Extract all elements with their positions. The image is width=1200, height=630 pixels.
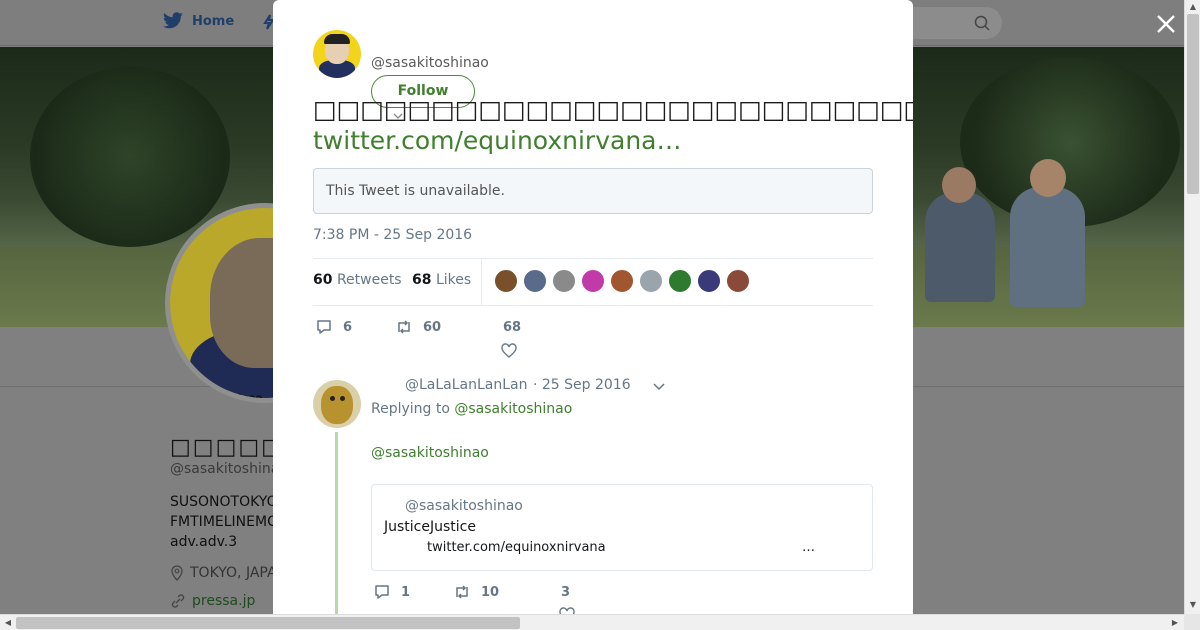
retweets-stat[interactable]: 60 Retweets: [313, 272, 402, 288]
close-button[interactable]: [1154, 12, 1178, 36]
replying-prefix: Replying to: [371, 401, 450, 417]
scroll-right-icon[interactable]: ▶: [1170, 618, 1180, 628]
tweet-modal: @sasakitoshinao Follow □□□□□□□□□□□□□□□□□…: [273, 0, 913, 614]
scroll-left-icon[interactable]: ◀: [3, 618, 13, 628]
liker-avatar[interactable]: [610, 269, 634, 293]
url-text[interactable]: pressa.jp: [192, 593, 255, 609]
profile-display-name: □□□□□: [170, 435, 284, 460]
author-handle[interactable]: @sasakitoshinao: [371, 55, 489, 71]
reply-author-avatar[interactable]: [313, 380, 361, 428]
home-link[interactable]: Home: [162, 12, 234, 30]
reply-retweet-action[interactable]: 10: [453, 583, 499, 601]
tweet-stats: 60 Retweets 68 Likes: [313, 258, 873, 306]
liker-avatar[interactable]: [639, 269, 663, 293]
author-avatar[interactable]: [313, 30, 361, 78]
retweet-icon[interactable]: [395, 318, 413, 336]
like-action[interactable]: [500, 342, 518, 360]
chevron-down-icon[interactable]: [652, 381, 666, 393]
profile-url[interactable]: pressa.jp: [170, 593, 255, 609]
liker-avatar[interactable]: [726, 269, 750, 293]
reply-reply-action[interactable]: 1: [373, 583, 410, 601]
twitter-bird-icon: [163, 12, 183, 29]
liker-avatar[interactable]: [552, 269, 576, 293]
likes-label: Likes: [435, 272, 472, 288]
quoted-tweet-ellipsis: …: [802, 540, 815, 555]
reply-author-handle[interactable]: @LaLaLanLanLan: [405, 377, 528, 393]
reply-action[interactable]: 6: [315, 318, 352, 336]
reply-reply-count: 1: [401, 584, 411, 600]
retweet-count: 60: [423, 319, 442, 335]
quoted-tweet-handle: @sasakitoshinao: [405, 498, 523, 514]
scroll-up-icon[interactable]: ▲: [1188, 2, 1198, 12]
like-count: 68: [503, 320, 522, 335]
reply-like-count-label: 3: [561, 585, 570, 600]
liker-avatar[interactable]: [494, 269, 518, 293]
close-icon[interactable]: [1154, 12, 1178, 36]
reply-mention[interactable]: @sasakitoshinao: [371, 445, 489, 461]
like-count-label: 68: [503, 320, 521, 335]
retweet-action[interactable]: 60: [395, 318, 441, 336]
heart-icon[interactable]: [500, 342, 518, 360]
replying-to: Replying to @sasakitoshinao: [371, 401, 572, 417]
reply-like-action[interactable]: [558, 606, 576, 614]
quoted-tweet-unavailable: This Tweet is unavailable.: [313, 168, 873, 214]
retweet-icon[interactable]: [453, 583, 471, 601]
profile-location: TOKYO, JAPAN: [170, 565, 287, 581]
reply-icon[interactable]: [373, 583, 391, 601]
vertical-scroll-thumb[interactable]: [1187, 14, 1199, 194]
heart-icon[interactable]: [558, 606, 576, 614]
link-icon: [171, 594, 185, 608]
search-icon[interactable]: [974, 15, 990, 31]
quoted-tweet-text: JusticeJustice: [384, 519, 476, 535]
reply-icon[interactable]: [315, 318, 333, 336]
replying-to-handle[interactable]: @sasakitoshinao: [454, 401, 572, 417]
retweets-label: Retweets: [336, 272, 402, 288]
profile-bio: SUSONOTOKYO FMTIMELINEMC adv.adv.3: [170, 494, 278, 550]
liker-avatar[interactable]: [581, 269, 605, 293]
tweet-text: □□□□□□□□□□□□□□□□□□□□□□□□□□□□□□□□□□□□□□□□…: [313, 95, 913, 124]
liker-avatar[interactable]: [697, 269, 721, 293]
vertical-scrollbar[interactable]: ▲ ▼: [1184, 0, 1200, 614]
reply-like-count: 3: [561, 585, 571, 600]
horizontal-scroll-thumb[interactable]: [16, 617, 520, 629]
thread-line: [335, 432, 338, 614]
horizontal-scrollbar[interactable]: ◀ ▶: [0, 614, 1184, 630]
quoted-tweet-link: twitter.com/equinoxnirvana: [427, 540, 606, 555]
reply-retweet-count: 10: [481, 584, 500, 600]
tweet-actions: 6 60 68: [313, 316, 873, 366]
scrollbar-corner: [1184, 614, 1200, 630]
stats-divider: [481, 259, 482, 305]
search-input[interactable]: [912, 7, 1002, 39]
reply-date[interactable]: · 25 Sep 2016: [533, 377, 631, 393]
quoted-tweet[interactable]: @sasakitoshinao JusticeJustice twitter.c…: [371, 484, 873, 571]
likes-count: 68: [412, 272, 432, 288]
home-label: Home: [192, 13, 235, 29]
likers-avatars: [494, 269, 750, 293]
tweet-timestamp[interactable]: 7:38 PM - 25 Sep 2016: [313, 227, 472, 243]
reply-tweet: @LaLaLanLanLan · 25 Sep 2016 Replying to…: [313, 372, 873, 614]
liker-avatar[interactable]: [523, 269, 547, 293]
reply-count: 6: [343, 319, 353, 335]
retweets-count: 60: [313, 272, 333, 288]
profile-handle[interactable]: @sasakitoshinao: [170, 461, 288, 477]
likes-stat[interactable]: 68 Likes: [412, 272, 471, 288]
avatar-caption: shinao: [225, 393, 263, 403]
scroll-down-icon[interactable]: ▼: [1188, 600, 1198, 610]
tweet-link[interactable]: twitter.com/equinoxnirvana…: [313, 125, 681, 157]
location-pin-icon: [171, 565, 183, 581]
liker-avatar[interactable]: [668, 269, 692, 293]
